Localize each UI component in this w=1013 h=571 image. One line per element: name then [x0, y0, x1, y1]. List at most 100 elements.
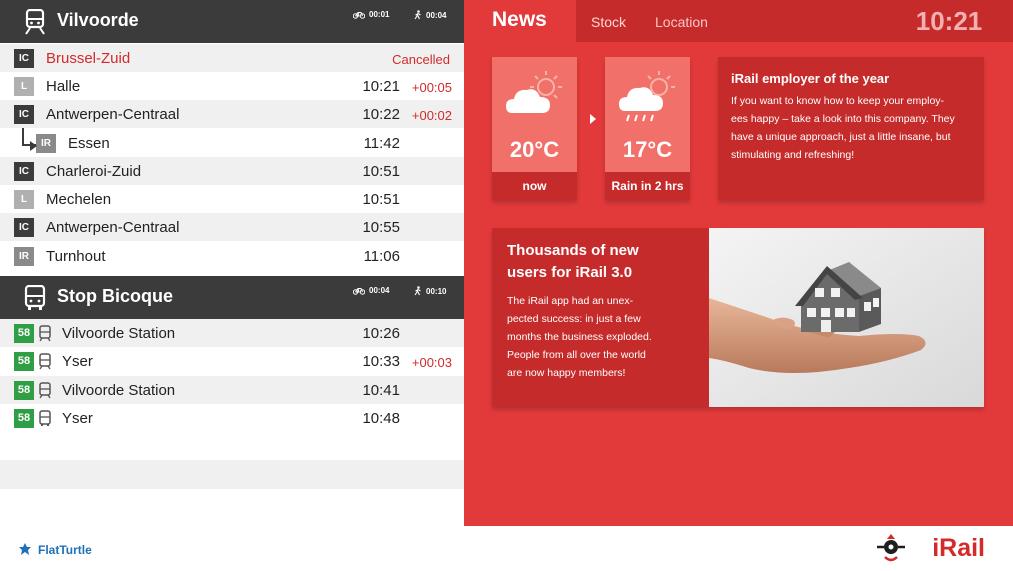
- train-row: IR Turnhout 11:06: [0, 242, 464, 270]
- train-type-badge: IC: [14, 49, 34, 68]
- walk-time: 00:04: [414, 10, 446, 20]
- train-type-badge: IC: [14, 218, 34, 237]
- train-type-badge: IC: [14, 162, 34, 181]
- irail-logo-icon: [877, 534, 905, 562]
- departure-time: 10:41: [362, 382, 400, 399]
- partly-cloudy-icon: [506, 71, 562, 113]
- bus-line-badge: 58: [14, 381, 34, 400]
- bike-icon: [352, 12, 366, 19]
- destination: Yser: [62, 353, 93, 370]
- delay: +00:03: [411, 355, 452, 370]
- house-in-hand-photo: [709, 228, 984, 407]
- irail-brand: iRail: [932, 534, 985, 562]
- tram-icon: [39, 382, 51, 399]
- news-title: iRail employer of the year: [731, 71, 890, 86]
- news-article-employer[interactable]: iRail employer of the year If you want t…: [718, 57, 984, 200]
- destination: Brussel-Zuid: [46, 50, 131, 67]
- news-article-users[interactable]: Thousands of new users for iRail 3.0 The…: [492, 228, 984, 407]
- empty-row: [0, 432, 464, 460]
- clock: 10:21: [885, 0, 1013, 42]
- destination: Vilvoorde Station: [62, 382, 176, 399]
- weather-forecast-label: Rain in 2 hrs: [605, 172, 690, 200]
- train-row: IC Antwerpen-Centraal 10:55: [0, 213, 464, 241]
- train-row: IC Brussel-Zuid Cancelled: [0, 44, 464, 72]
- destination: Yser: [62, 410, 93, 427]
- status-cancelled: Cancelled: [392, 52, 450, 67]
- empty-row: [0, 460, 464, 489]
- tram-icon: [39, 325, 51, 342]
- empty-row: [0, 489, 464, 526]
- train-type-badge: IC: [14, 105, 34, 124]
- tab-location[interactable]: Location: [636, 0, 726, 42]
- destination: Halle: [46, 78, 81, 95]
- train-type-badge: L: [14, 190, 34, 209]
- train-type-badge: IR: [36, 134, 56, 153]
- forecast-arrow-icon: [590, 114, 596, 124]
- footer: FlatTurtle iRail: [0, 526, 1013, 571]
- departure-time: 10:33: [362, 353, 400, 370]
- temperature-forecast: 17°C: [622, 137, 673, 162]
- turtle-icon: [19, 543, 31, 555]
- train-row: IC Charleroi-Zuid 10:51: [0, 157, 464, 185]
- info-panel: News Stock Location 10:21 20°C now 17°C …: [464, 0, 1013, 526]
- flatturtle-logo: FlatTurtle: [18, 542, 92, 557]
- bus-icon: [24, 285, 46, 310]
- departure-time: 10:26: [362, 325, 400, 342]
- walk-time: 00:10: [414, 286, 446, 296]
- news-body: The iRail app had an unex- pected succes…: [507, 295, 652, 379]
- bus-row: 58 Yser 10:48: [0, 404, 464, 432]
- walk-icon: [414, 10, 421, 20]
- departure-time: 11:06: [363, 248, 400, 265]
- destination: Essen: [68, 135, 110, 152]
- train-row-connection: IR Essen 11:42: [0, 129, 464, 157]
- news-title: Thousands of new users for iRail 3.0: [507, 242, 639, 281]
- bus-row: 58 Vilvoorde Station 10:41: [0, 376, 464, 404]
- destination: Antwerpen-Centraal: [46, 219, 180, 236]
- tab-stock[interactable]: Stock: [576, 0, 636, 42]
- departures-panel: Vilvoorde 00:01 00:04 IC Brussel-Zuid Ca…: [0, 0, 464, 526]
- bike-icon: [352, 288, 366, 295]
- tab-spacer: [726, 0, 885, 42]
- news-text-block: Thousands of new users for iRail 3.0 The…: [492, 228, 709, 407]
- train-row: L Halle 10:21 +00:05: [0, 72, 464, 100]
- departure-time: 10:51: [362, 163, 400, 180]
- temperature-now: 20°C: [509, 137, 560, 162]
- bus-line-badge: 58: [14, 352, 34, 371]
- walk-icon: [414, 286, 421, 296]
- train-row: IC Antwerpen-Centraal 10:22 +00:02: [0, 100, 464, 128]
- bus-row: 58 Yser 10:33 +00:03: [0, 347, 464, 375]
- train-station-name: Vilvoorde: [57, 10, 139, 30]
- destination: Charleroi-Zuid: [46, 163, 142, 180]
- destination: Vilvoorde Station: [62, 325, 176, 342]
- bus-stop-header: Stop Bicoque 00:04 00:10: [0, 276, 464, 319]
- train-row: L Mechelen 10:51: [0, 185, 464, 213]
- rain-cloud-icon: [619, 71, 675, 122]
- bus-line-badge: 58: [14, 409, 34, 428]
- departure-time: 10:22: [362, 106, 400, 123]
- departure-time: 11:42: [363, 135, 400, 152]
- departure-time: 10:55: [362, 219, 400, 236]
- train-type-badge: IR: [14, 247, 34, 266]
- bus-stop-name: Stop Bicoque: [57, 286, 173, 306]
- bus-line-badge: 58: [14, 324, 34, 343]
- bike-time: 00:04: [352, 286, 389, 295]
- train-type-badge: L: [14, 77, 34, 96]
- destination: Antwerpen-Centraal: [46, 106, 180, 123]
- bus-row: 58 Vilvoorde Station 10:26: [0, 319, 464, 347]
- destination: Turnhout: [46, 248, 106, 265]
- departure-time: 10:51: [362, 191, 400, 208]
- delay: +00:05: [411, 80, 452, 95]
- tram-icon: [39, 353, 51, 370]
- weather-forecast-card: 17°C Rain in 2 hrs: [605, 57, 690, 200]
- bus-small-icon: [39, 410, 51, 426]
- delay: +00:02: [411, 108, 452, 123]
- departure-time: 10:21: [362, 78, 400, 95]
- destination: Mechelen: [46, 191, 112, 208]
- train-station-header: Vilvoorde 00:01 00:04: [0, 0, 464, 43]
- bike-time: 00:01: [352, 10, 389, 19]
- weather-now-label: now: [492, 172, 577, 200]
- connection-arrow-icon: [30, 141, 37, 151]
- tab-bar: News Stock Location 10:21: [464, 0, 1013, 42]
- tab-news[interactable]: News: [464, 0, 576, 42]
- weather-now-card: 20°C now: [492, 57, 577, 200]
